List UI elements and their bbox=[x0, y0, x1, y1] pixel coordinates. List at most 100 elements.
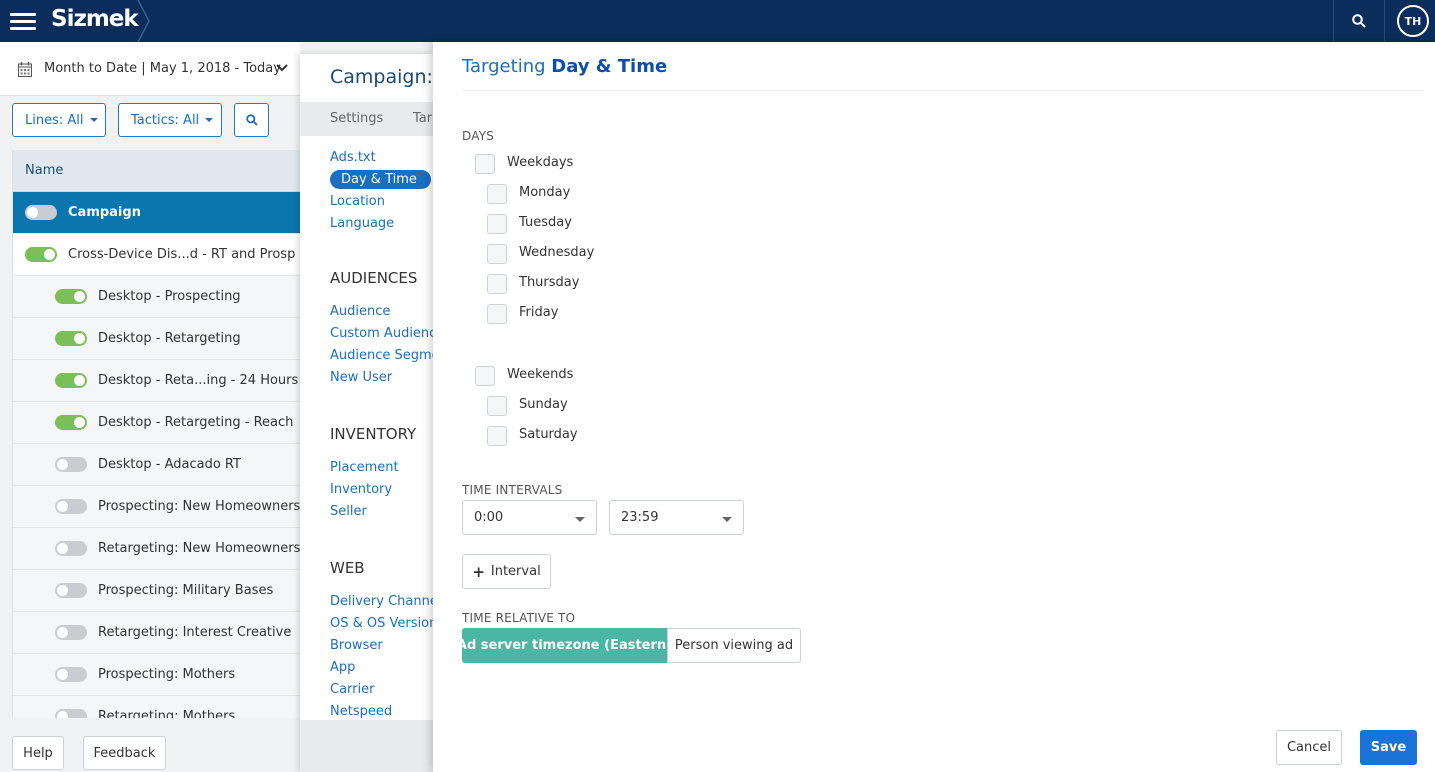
list-item-label: Desktop - Reta...ing - 24 Hours bbox=[98, 373, 299, 388]
add-interval-button[interactable]: + Interval bbox=[462, 554, 551, 589]
nav-link-audience[interactable]: Audience bbox=[330, 304, 390, 319]
nav-link-custom-audience[interactable]: Custom Audience bbox=[330, 326, 433, 341]
weekdays-label: Weekdays bbox=[507, 155, 574, 170]
status-toggle[interactable] bbox=[55, 583, 87, 598]
status-toggle[interactable] bbox=[55, 667, 87, 682]
logo-chevron-icon bbox=[137, 0, 150, 42]
list-search-button[interactable] bbox=[234, 103, 269, 137]
list-item[interactable]: Prospecting: Military Bases bbox=[13, 570, 300, 612]
list-item[interactable]: Prospecting: Mothers bbox=[13, 654, 300, 696]
status-toggle[interactable] bbox=[55, 415, 87, 430]
nav-link-new-user[interactable]: New User bbox=[330, 370, 392, 385]
nav-link-location[interactable]: Location bbox=[330, 194, 385, 209]
tab-targeting[interactable]: Tar bbox=[413, 111, 432, 126]
lines-filter-dropdown[interactable]: Lines: All bbox=[12, 103, 106, 137]
nav-link-day-time[interactable]: Day & Time bbox=[330, 170, 431, 189]
wednesday-checkbox[interactable] bbox=[487, 244, 507, 264]
saturday-checkbox[interactable] bbox=[487, 426, 507, 446]
menu-icon[interactable] bbox=[10, 13, 36, 30]
list-item[interactable]: Prospecting: New Homeowners bbox=[13, 486, 300, 528]
end-time-select[interactable]: 23:59 bbox=[609, 500, 744, 535]
nav-link-carrier[interactable]: Carrier bbox=[330, 682, 374, 697]
monday-checkbox[interactable] bbox=[487, 184, 507, 204]
add-interval-label: Interval bbox=[490, 564, 541, 579]
list-item[interactable]: Desktop - Retargeting - Reach bbox=[13, 402, 300, 444]
nav-link-seller[interactable]: Seller bbox=[330, 504, 367, 519]
sizmek-logo[interactable]: Sizmek bbox=[51, 6, 139, 32]
date-range-dropdown[interactable]: Month to Date | May 1, 2018 - Today bbox=[44, 61, 281, 76]
list-item-label: Prospecting: New Homeowners bbox=[98, 499, 300, 514]
weekends-checkbox[interactable] bbox=[475, 366, 495, 386]
list-item-label: Prospecting: Mothers bbox=[98, 667, 236, 682]
list-item[interactable]: Cross-Device Dis...d - RT and Prosp bbox=[13, 234, 300, 276]
tuesday-checkbox[interactable] bbox=[487, 214, 507, 234]
list-item[interactable]: Desktop - Retargeting bbox=[13, 318, 300, 360]
nav-link-app[interactable]: App bbox=[330, 660, 355, 675]
chevron-down-icon[interactable] bbox=[276, 64, 288, 72]
list-item-label: Campaign bbox=[68, 205, 141, 220]
section-heading-audiences: AUDIENCES bbox=[330, 269, 418, 287]
monday-label: Monday bbox=[519, 185, 571, 200]
panel-title: Targeting Day & Time bbox=[462, 56, 667, 77]
status-toggle[interactable] bbox=[55, 331, 87, 346]
panel-title-prefix: Targeting bbox=[462, 56, 546, 77]
person-viewing-ad-option[interactable]: Person viewing ad bbox=[667, 628, 801, 663]
feedback-button[interactable]: Feedback bbox=[83, 736, 166, 770]
list-item-label: Desktop - Adacado RT bbox=[98, 457, 241, 472]
list-item[interactable]: Desktop - Prospecting bbox=[13, 276, 300, 318]
friday-label: Friday bbox=[519, 305, 559, 320]
help-button[interactable]: Help bbox=[12, 736, 64, 770]
status-toggle[interactable] bbox=[55, 289, 87, 304]
list-item-label: Desktop - Retargeting bbox=[98, 331, 241, 346]
list-item[interactable]: Desktop - Reta...ing - 24 Hours bbox=[13, 360, 300, 402]
nav-link-placement[interactable]: Placement bbox=[330, 460, 399, 475]
title-divider bbox=[462, 90, 1422, 91]
save-button[interactable]: Save bbox=[1360, 730, 1417, 765]
sunday-checkbox[interactable] bbox=[487, 396, 507, 416]
nav-link-browser[interactable]: Browser bbox=[330, 638, 383, 653]
list-item[interactable]: Campaign bbox=[13, 192, 300, 234]
tab-settings[interactable]: Settings bbox=[330, 111, 383, 126]
list-item[interactable]: Desktop - Adacado RT bbox=[13, 444, 300, 486]
status-toggle[interactable] bbox=[55, 625, 87, 640]
status-toggle[interactable] bbox=[55, 709, 87, 718]
nav-link-netspeed[interactable]: Netspeed bbox=[330, 704, 392, 719]
nav-link-inventory[interactable]: Inventory bbox=[330, 482, 392, 497]
tuesday-label: Tuesday bbox=[519, 215, 572, 230]
status-toggle[interactable] bbox=[55, 457, 87, 472]
status-toggle[interactable] bbox=[55, 541, 87, 556]
name-column-header[interactable]: Name bbox=[13, 150, 300, 192]
nav-link-delivery-channel[interactable]: Delivery Channel bbox=[330, 594, 433, 609]
start-time-select[interactable]: 0:00 bbox=[462, 500, 597, 535]
campaign-tree-list: Name Campaign Cross-Device Dis...d - RT a… bbox=[12, 150, 300, 718]
list-item-label: Desktop - Retargeting - Reach bbox=[98, 415, 294, 430]
tactics-filter-dropdown[interactable]: Tactics: All bbox=[118, 103, 222, 137]
thursday-label: Thursday bbox=[519, 275, 580, 290]
status-toggle[interactable] bbox=[55, 499, 87, 514]
list-item[interactable]: Retargeting: New Homeowners bbox=[13, 528, 300, 570]
days-label: DAYS bbox=[462, 129, 495, 143]
status-toggle[interactable] bbox=[25, 247, 57, 262]
campaign-tabs: Settings Tar bbox=[300, 102, 433, 136]
status-toggle[interactable] bbox=[25, 205, 57, 220]
status-toggle[interactable] bbox=[55, 373, 87, 388]
list-item[interactable]: Retargeting: Interest Creative bbox=[13, 612, 300, 654]
ad-server-timezone-option[interactable]: Ad server timezone (Eastern) bbox=[457, 628, 672, 663]
list-item[interactable]: Retargeting: Mothers bbox=[13, 696, 300, 718]
cancel-button[interactable]: Cancel bbox=[1276, 730, 1342, 765]
nav-link-ads-txt[interactable]: Ads.txt bbox=[330, 150, 376, 165]
middle-footer bbox=[300, 720, 433, 772]
weekdays-checkbox[interactable] bbox=[475, 154, 495, 174]
search-icon bbox=[1352, 14, 1366, 28]
nav-link-os-os-version[interactable]: OS & OS Version bbox=[330, 616, 433, 631]
user-avatar[interactable]: TH bbox=[1397, 5, 1429, 37]
nav-link-language[interactable]: Language bbox=[330, 216, 394, 231]
list-item-label: Desktop - Prospecting bbox=[98, 289, 241, 304]
thursday-checkbox[interactable] bbox=[487, 274, 507, 294]
weekends-label: Weekends bbox=[507, 367, 574, 382]
list-item-label: Prospecting: Military Bases bbox=[98, 583, 274, 598]
global-search-button[interactable] bbox=[1333, 0, 1385, 42]
friday-checkbox[interactable] bbox=[487, 304, 507, 324]
search-icon bbox=[245, 114, 258, 126]
nav-link-audience-segme[interactable]: Audience Segme bbox=[330, 348, 433, 363]
